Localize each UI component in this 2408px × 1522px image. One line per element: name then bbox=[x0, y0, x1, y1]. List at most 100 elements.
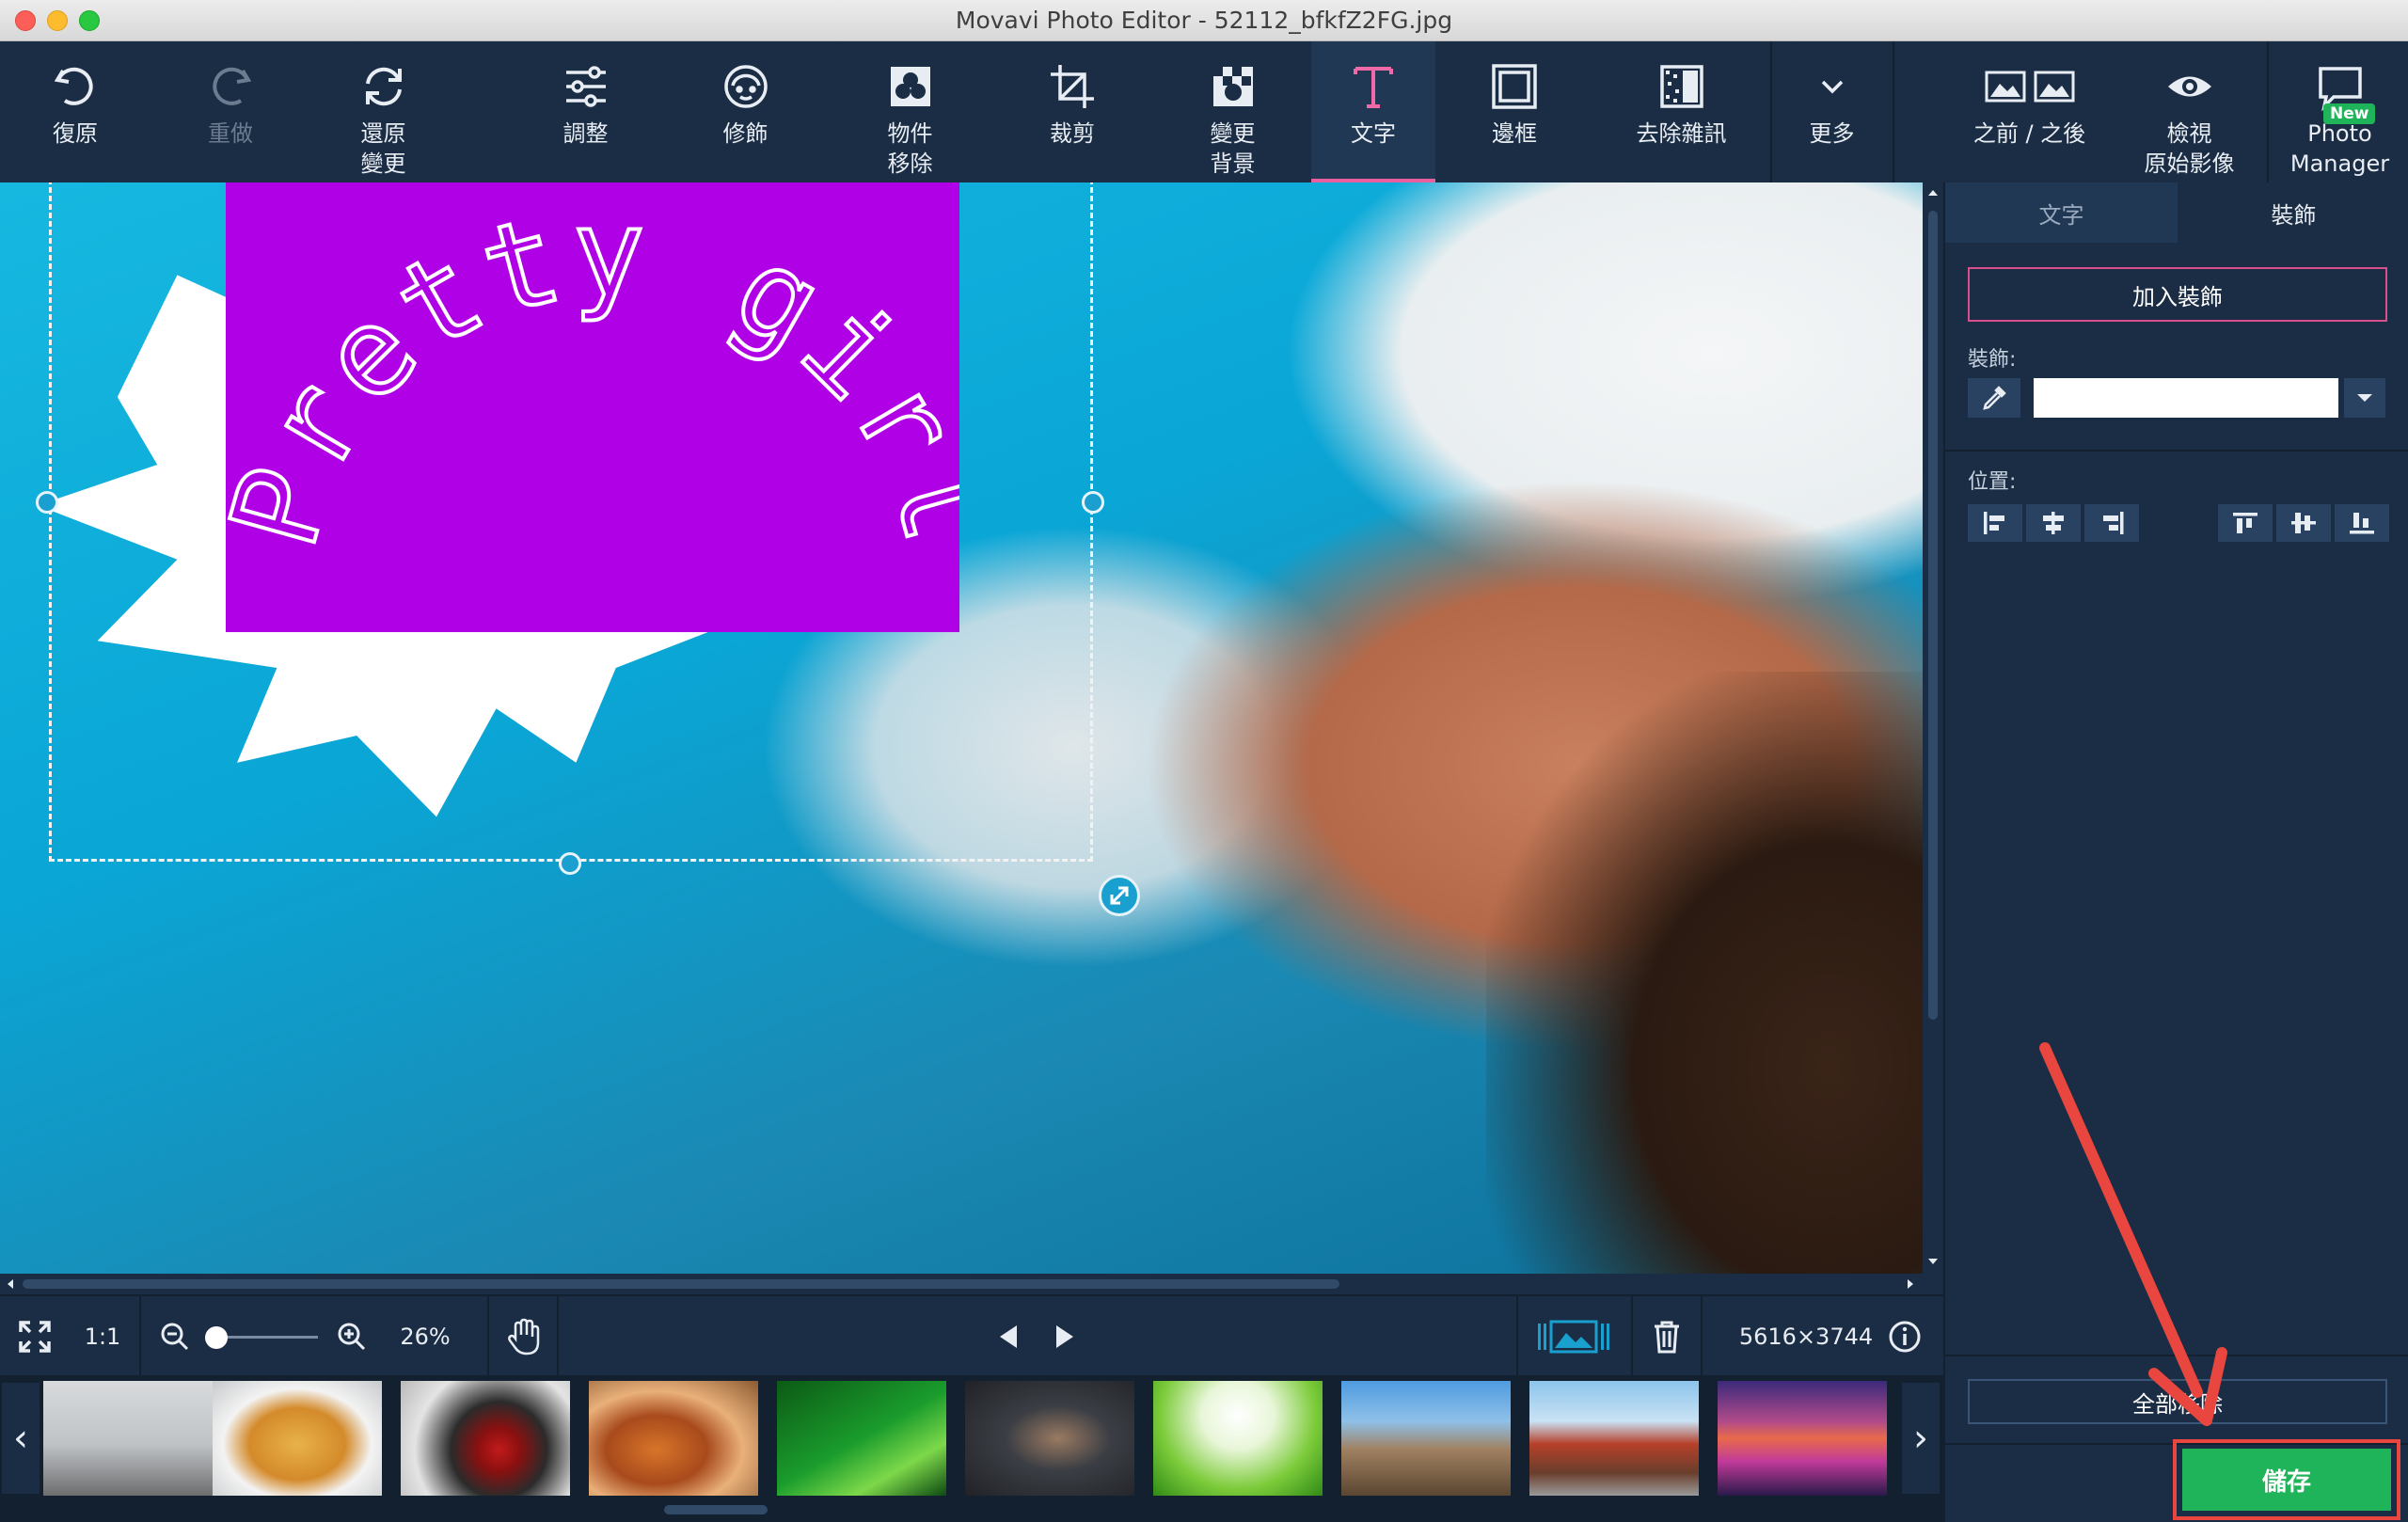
zoom-out-button[interactable] bbox=[154, 1296, 196, 1377]
adjust-button[interactable]: 調整 bbox=[536, 41, 635, 182]
redo-icon bbox=[213, 67, 252, 105]
object-removal-label-2: 移除 bbox=[887, 151, 933, 177]
trash-icon bbox=[1655, 1321, 1679, 1354]
tab-text[interactable]: 文字 bbox=[1945, 182, 2178, 243]
horizontal-scrollbar[interactable] bbox=[0, 1274, 1923, 1294]
rotate-handle[interactable] bbox=[1099, 875, 1140, 916]
object-removal-icon bbox=[890, 67, 930, 106]
vertical-scroll-thumb[interactable] bbox=[1928, 211, 1938, 1020]
before-after-button[interactable]: 之前 / 之後 bbox=[1947, 41, 2112, 182]
zoom-in-icon bbox=[338, 1323, 366, 1351]
decoration-dropdown-button[interactable] bbox=[2344, 378, 2385, 418]
more-button[interactable]: 更多 bbox=[1787, 41, 1877, 182]
frames-button[interactable]: 邊框 bbox=[1467, 41, 1561, 182]
zoom-percentage: 26% bbox=[400, 1324, 451, 1350]
bar-divider bbox=[1516, 1296, 1518, 1377]
image-canvas[interactable]: Pretty girl bbox=[0, 182, 1923, 1274]
align-right-button[interactable] bbox=[2084, 504, 2139, 542]
object-removal-button[interactable]: 物件 移除 bbox=[861, 41, 959, 182]
actual-size-button[interactable]: 1:1 bbox=[70, 1296, 135, 1377]
thumbnail-green-leaves[interactable] bbox=[1153, 1381, 1323, 1496]
align-left-icon bbox=[1984, 512, 2004, 534]
align-top-button[interactable] bbox=[2218, 504, 2273, 542]
align-center-horizontal-button[interactable] bbox=[2026, 504, 2081, 542]
panel-tabs: 文字 裝飾 bbox=[1945, 182, 2408, 243]
decoration-color-select[interactable] bbox=[2034, 378, 2338, 418]
previous-image-button[interactable] bbox=[988, 1296, 1029, 1377]
vertical-scrollbar[interactable] bbox=[1923, 182, 1943, 1274]
thumbnail-green-drops[interactable] bbox=[777, 1381, 946, 1496]
text-label: 文字 bbox=[1351, 120, 1396, 147]
thumbnail-rocky-coast[interactable] bbox=[1341, 1381, 1511, 1496]
eye-icon bbox=[2167, 76, 2211, 97]
zoom-out-icon bbox=[161, 1323, 189, 1351]
thumbnail-pasta[interactable] bbox=[213, 1381, 382, 1496]
caret-down-icon bbox=[2357, 394, 2372, 402]
thumbnail-food-table[interactable] bbox=[589, 1381, 758, 1496]
denoise-button[interactable]: 去除雜訊 bbox=[1623, 41, 1740, 182]
zoom-slider-knob[interactable] bbox=[205, 1326, 228, 1349]
restore-changes-button[interactable]: 還原 變更 bbox=[334, 41, 433, 182]
restore-label-2: 變更 bbox=[360, 151, 406, 177]
resize-handle-bottom[interactable] bbox=[559, 852, 581, 875]
align-right-icon bbox=[2103, 512, 2124, 534]
redo-button[interactable]: 重做 bbox=[183, 41, 277, 182]
align-left-button[interactable] bbox=[1968, 504, 2022, 542]
horizontal-scroll-thumb[interactable] bbox=[23, 1279, 1339, 1289]
save-button[interactable]: 儲存 bbox=[2173, 1439, 2400, 1520]
change-background-button[interactable]: 變更 背景 bbox=[1183, 41, 1282, 182]
sliders-icon bbox=[565, 66, 606, 107]
scroll-left-icon[interactable] bbox=[4, 1277, 17, 1291]
filmstrip-next-button[interactable]: › bbox=[1902, 1383, 1940, 1494]
window-title: Movavi Photo Editor - 52112_bfkfZ2FG.jpg bbox=[955, 7, 1453, 34]
scroll-up-icon[interactable] bbox=[1926, 186, 1940, 199]
tab-decoration[interactable]: 裝飾 bbox=[2178, 182, 2408, 243]
denoise-label: 去除雜訊 bbox=[1636, 120, 1727, 147]
adjust-label: 調整 bbox=[562, 120, 609, 147]
add-decoration-button[interactable]: 加入裝飾 bbox=[1968, 267, 2387, 322]
view-original-label-2: 原始影像 bbox=[2144, 151, 2235, 177]
bar-divider bbox=[1631, 1296, 1633, 1377]
resize-handle-left[interactable] bbox=[36, 491, 58, 514]
show-filmstrip-button[interactable] bbox=[1531, 1296, 1616, 1377]
position-label: 位置: bbox=[1968, 470, 2017, 494]
info-icon bbox=[1889, 1321, 1921, 1353]
fit-to-screen-button[interactable] bbox=[0, 1296, 70, 1377]
filmstrip-scroll-thumb[interactable] bbox=[664, 1505, 768, 1514]
decoration-label: 裝飾: bbox=[1968, 348, 2017, 372]
resize-handle-right[interactable] bbox=[1082, 491, 1104, 514]
zoom-in-button[interactable] bbox=[331, 1296, 372, 1377]
image-info-button[interactable] bbox=[1881, 1296, 1928, 1377]
thumbnail-workout[interactable] bbox=[43, 1381, 213, 1496]
crop-icon bbox=[1051, 65, 1094, 108]
crop-button[interactable]: 裁剪 bbox=[1025, 41, 1119, 182]
retouch-button[interactable]: 修飾 bbox=[696, 41, 795, 182]
thumbnail-wedding-rose[interactable] bbox=[401, 1381, 570, 1496]
thumbnail-dumbbells[interactable] bbox=[965, 1381, 1134, 1496]
chevron-right-icon: › bbox=[1913, 1417, 1928, 1460]
resize-diagonal-icon bbox=[1110, 886, 1129, 905]
thumbnail-flower-field[interactable] bbox=[1718, 1381, 1887, 1496]
view-original-button[interactable]: 檢視 原始影像 bbox=[2140, 41, 2239, 182]
selection-box[interactable] bbox=[49, 182, 1093, 862]
align-bottom-button[interactable] bbox=[2335, 504, 2389, 542]
eyedropper-icon bbox=[1983, 386, 2006, 410]
chevron-down-icon bbox=[1821, 80, 1843, 94]
scroll-right-icon[interactable] bbox=[1904, 1277, 1917, 1291]
photo-shading bbox=[1486, 672, 1923, 1274]
hand-tool-button[interactable] bbox=[499, 1296, 549, 1377]
background-icon bbox=[1212, 67, 1253, 106]
scroll-down-icon[interactable] bbox=[1926, 1255, 1940, 1268]
thumbnail-chinese-tower[interactable] bbox=[1529, 1381, 1699, 1496]
undo-button[interactable]: 復原 bbox=[28, 41, 122, 182]
bar-divider bbox=[557, 1296, 559, 1377]
triangle-right-icon bbox=[1056, 1325, 1073, 1348]
toolbar-divider bbox=[2267, 41, 2269, 182]
triangle-left-icon bbox=[1000, 1325, 1017, 1348]
filmstrip-prev-button[interactable]: ‹ bbox=[2, 1383, 40, 1494]
eyedropper-button[interactable] bbox=[1968, 378, 2020, 418]
next-image-button[interactable] bbox=[1044, 1296, 1085, 1377]
delete-image-button[interactable] bbox=[1642, 1296, 1691, 1377]
align-middle-vertical-button[interactable] bbox=[2276, 504, 2331, 542]
text-tool-button[interactable]: 文字 bbox=[1311, 41, 1435, 182]
